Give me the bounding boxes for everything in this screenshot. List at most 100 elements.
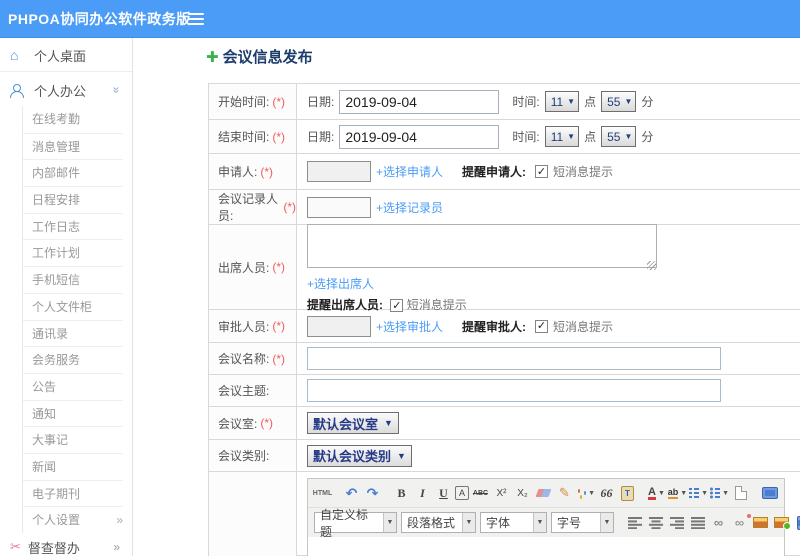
- sidebar-item-file-cabinet[interactable]: 个人文件柜: [23, 292, 123, 320]
- meeting-category-select[interactable]: 默认会议类别 ▼: [307, 444, 412, 467]
- meeting-form: 开始时间: (*) 日期: 时间: 11▼ 点 55▼ 分 结束时间: (*): [208, 83, 800, 556]
- recorder-input[interactable]: [307, 196, 371, 218]
- end-date-input[interactable]: [339, 124, 500, 149]
- insert-media-button[interactable]: [793, 513, 800, 533]
- sidebar-item-notices[interactable]: 通知: [23, 399, 123, 427]
- editor-content-area[interactable]: [308, 537, 784, 556]
- sidebar-item-personal-settings[interactable]: 个人设置 »: [23, 506, 123, 533]
- sidebar-item-personal-office[interactable]: 个人办公 »: [0, 74, 132, 106]
- ordered-list-icon: [689, 488, 700, 498]
- end-minute-select[interactable]: 55 ▼: [601, 126, 637, 147]
- chevron-right-icon: »: [116, 513, 123, 528]
- font-size-select[interactable]: 字号 ▼: [551, 512, 614, 533]
- start-hour-select[interactable]: 11 ▼: [544, 91, 580, 112]
- highlight-button[interactable]: ab ▼: [667, 483, 687, 503]
- editor-toolbar-row-2: 自定义标题 ▼ 段落格式 ▼ 字体 ▼ 字号 ▼ ∞ ∞: [308, 508, 800, 539]
- sms-remind-checkbox[interactable]: [535, 319, 549, 333]
- required-mark: (*): [272, 129, 286, 144]
- redo-icon[interactable]: ↷: [363, 483, 382, 503]
- select-applicant-link[interactable]: +选择申请人: [376, 163, 443, 180]
- sidebar-item-desktop[interactable]: ⌂ 个人桌面: [0, 42, 132, 68]
- justify-button[interactable]: [688, 513, 707, 533]
- html-source-button[interactable]: HTML: [313, 483, 332, 503]
- sidebar-item-contacts[interactable]: 通讯录: [23, 319, 123, 347]
- paint-format-icon[interactable]: ▼: [576, 483, 595, 503]
- sidebar-item-meeting-services[interactable]: 会务服务: [23, 346, 123, 373]
- chevron-double-down-icon: »: [109, 86, 124, 94]
- superscript-button[interactable]: X²: [492, 483, 511, 503]
- italic-button[interactable]: I: [413, 483, 432, 503]
- meeting-name-label: 会议名称:: [218, 352, 270, 366]
- underline-button[interactable]: U: [434, 483, 453, 503]
- sidebar-item-news[interactable]: 新闻: [23, 452, 123, 480]
- start-minute-select[interactable]: 55 ▼: [601, 91, 637, 112]
- sidebar-item-schedule[interactable]: 日程安排: [23, 186, 123, 213]
- sidebar-submenu: 在线考勤 消息管理 内部邮件 日程安排 工作日志 工作计划 手机短信 个人文件柜…: [22, 106, 132, 533]
- select-recorder-link[interactable]: +选择记录员: [376, 199, 443, 216]
- recorder-label: 会议记录人员:: [218, 192, 279, 223]
- bold-button[interactable]: B: [392, 483, 411, 503]
- applicant-input[interactable]: [307, 161, 371, 182]
- end-hour-select[interactable]: 11 ▼: [544, 126, 580, 147]
- meeting-subject-input[interactable]: [307, 379, 721, 402]
- ordered-list-button[interactable]: ▼: [689, 483, 708, 503]
- new-page-button[interactable]: [731, 483, 750, 503]
- sidebar-item-internal-mail[interactable]: 内部邮件: [23, 159, 123, 186]
- start-date-input[interactable]: [339, 89, 500, 114]
- sidebar-item-work-log[interactable]: 工作日志: [23, 212, 123, 240]
- media-icon: [796, 515, 800, 530]
- meeting-room-select[interactable]: 默认会议室 ▼: [307, 412, 399, 434]
- app-window: PHPOA协同办公软件政务版 ⌂ 个人桌面 个人办公 » 在线考勤 消息管理 内…: [0, 0, 800, 556]
- sms-remind-checkbox[interactable]: [535, 165, 549, 178]
- chevron-down-icon: ▼: [397, 450, 406, 461]
- required-mark: (*): [260, 164, 274, 179]
- chevron-down-icon: ▼: [588, 489, 595, 497]
- attendees-textarea[interactable]: [307, 223, 657, 268]
- subscript-button[interactable]: X₂: [513, 483, 532, 503]
- meeting-name-input[interactable]: [307, 347, 721, 370]
- resize-grip-icon[interactable]: [647, 260, 656, 270]
- unordered-list-button[interactable]: ▼: [710, 483, 729, 503]
- minute-unit: 分: [641, 95, 654, 109]
- blockquote-button[interactable]: 66: [597, 483, 616, 503]
- sidebar-item-e-journal[interactable]: 电子期刊: [23, 479, 123, 507]
- insert-image-button[interactable]: [772, 513, 791, 533]
- sidebar-item-announcements[interactable]: 公告: [23, 372, 123, 400]
- required-mark: (*): [272, 94, 286, 109]
- insert-flash-button[interactable]: [751, 513, 770, 533]
- menu-toggle-icon[interactable]: [188, 13, 206, 25]
- sidebar-item-major-events[interactable]: 大事记: [23, 426, 123, 453]
- sidebar-item-work-plan[interactable]: 工作计划: [23, 239, 123, 266]
- approver-input[interactable]: [307, 315, 371, 337]
- insert-link-icon[interactable]: ∞: [709, 513, 728, 533]
- font-color-button[interactable]: A ▼: [647, 483, 666, 503]
- row-meeting-category: 会议类别: 默认会议类别 ▼: [209, 439, 800, 471]
- font-style-button[interactable]: A: [455, 486, 469, 500]
- font-family-select[interactable]: 字体 ▼: [480, 512, 547, 533]
- sidebar-item-attendance[interactable]: 在线考勤: [23, 106, 123, 133]
- chevron-down-icon: ▼: [624, 97, 633, 106]
- format-brush-icon[interactable]: ✎: [555, 483, 574, 503]
- align-center-button[interactable]: [646, 513, 665, 533]
- sidebar-item-messages[interactable]: 消息管理: [23, 132, 123, 160]
- eraser-icon[interactable]: [534, 483, 553, 503]
- remove-link-icon[interactable]: ∞: [730, 513, 751, 533]
- select-approver-link[interactable]: +选择审批人: [376, 318, 443, 335]
- heading-select[interactable]: 自定义标题 ▼: [314, 508, 397, 539]
- paragraph-format-select[interactable]: 段落格式 ▼: [401, 512, 476, 533]
- row-end-time: 结束时间: (*) 日期: 时间: 11▼ 点 55▼ 分: [209, 119, 800, 153]
- meeting-room-label: 会议室:: [218, 416, 258, 431]
- applicant-label: 申请人:: [218, 165, 258, 179]
- meeting-subject-label: 会议主题:: [218, 384, 270, 398]
- align-left-button[interactable]: [625, 513, 644, 533]
- fullscreen-button[interactable]: [760, 483, 779, 503]
- sidebar-item-supervision[interactable]: ✂ 督查督办 »: [0, 533, 132, 556]
- align-right-button[interactable]: [667, 513, 686, 533]
- chevron-down-icon: ▼: [624, 132, 633, 141]
- paste-as-text-icon[interactable]: T: [618, 483, 637, 503]
- sidebar-item-sms[interactable]: 手机短信: [23, 266, 123, 293]
- strikethrough-button[interactable]: ABC: [471, 483, 490, 503]
- select-attendees-link[interactable]: +选择出席人: [307, 275, 374, 292]
- undo-icon[interactable]: ↶: [342, 483, 361, 503]
- app-title: PHPOA协同办公软件政务版: [8, 11, 191, 27]
